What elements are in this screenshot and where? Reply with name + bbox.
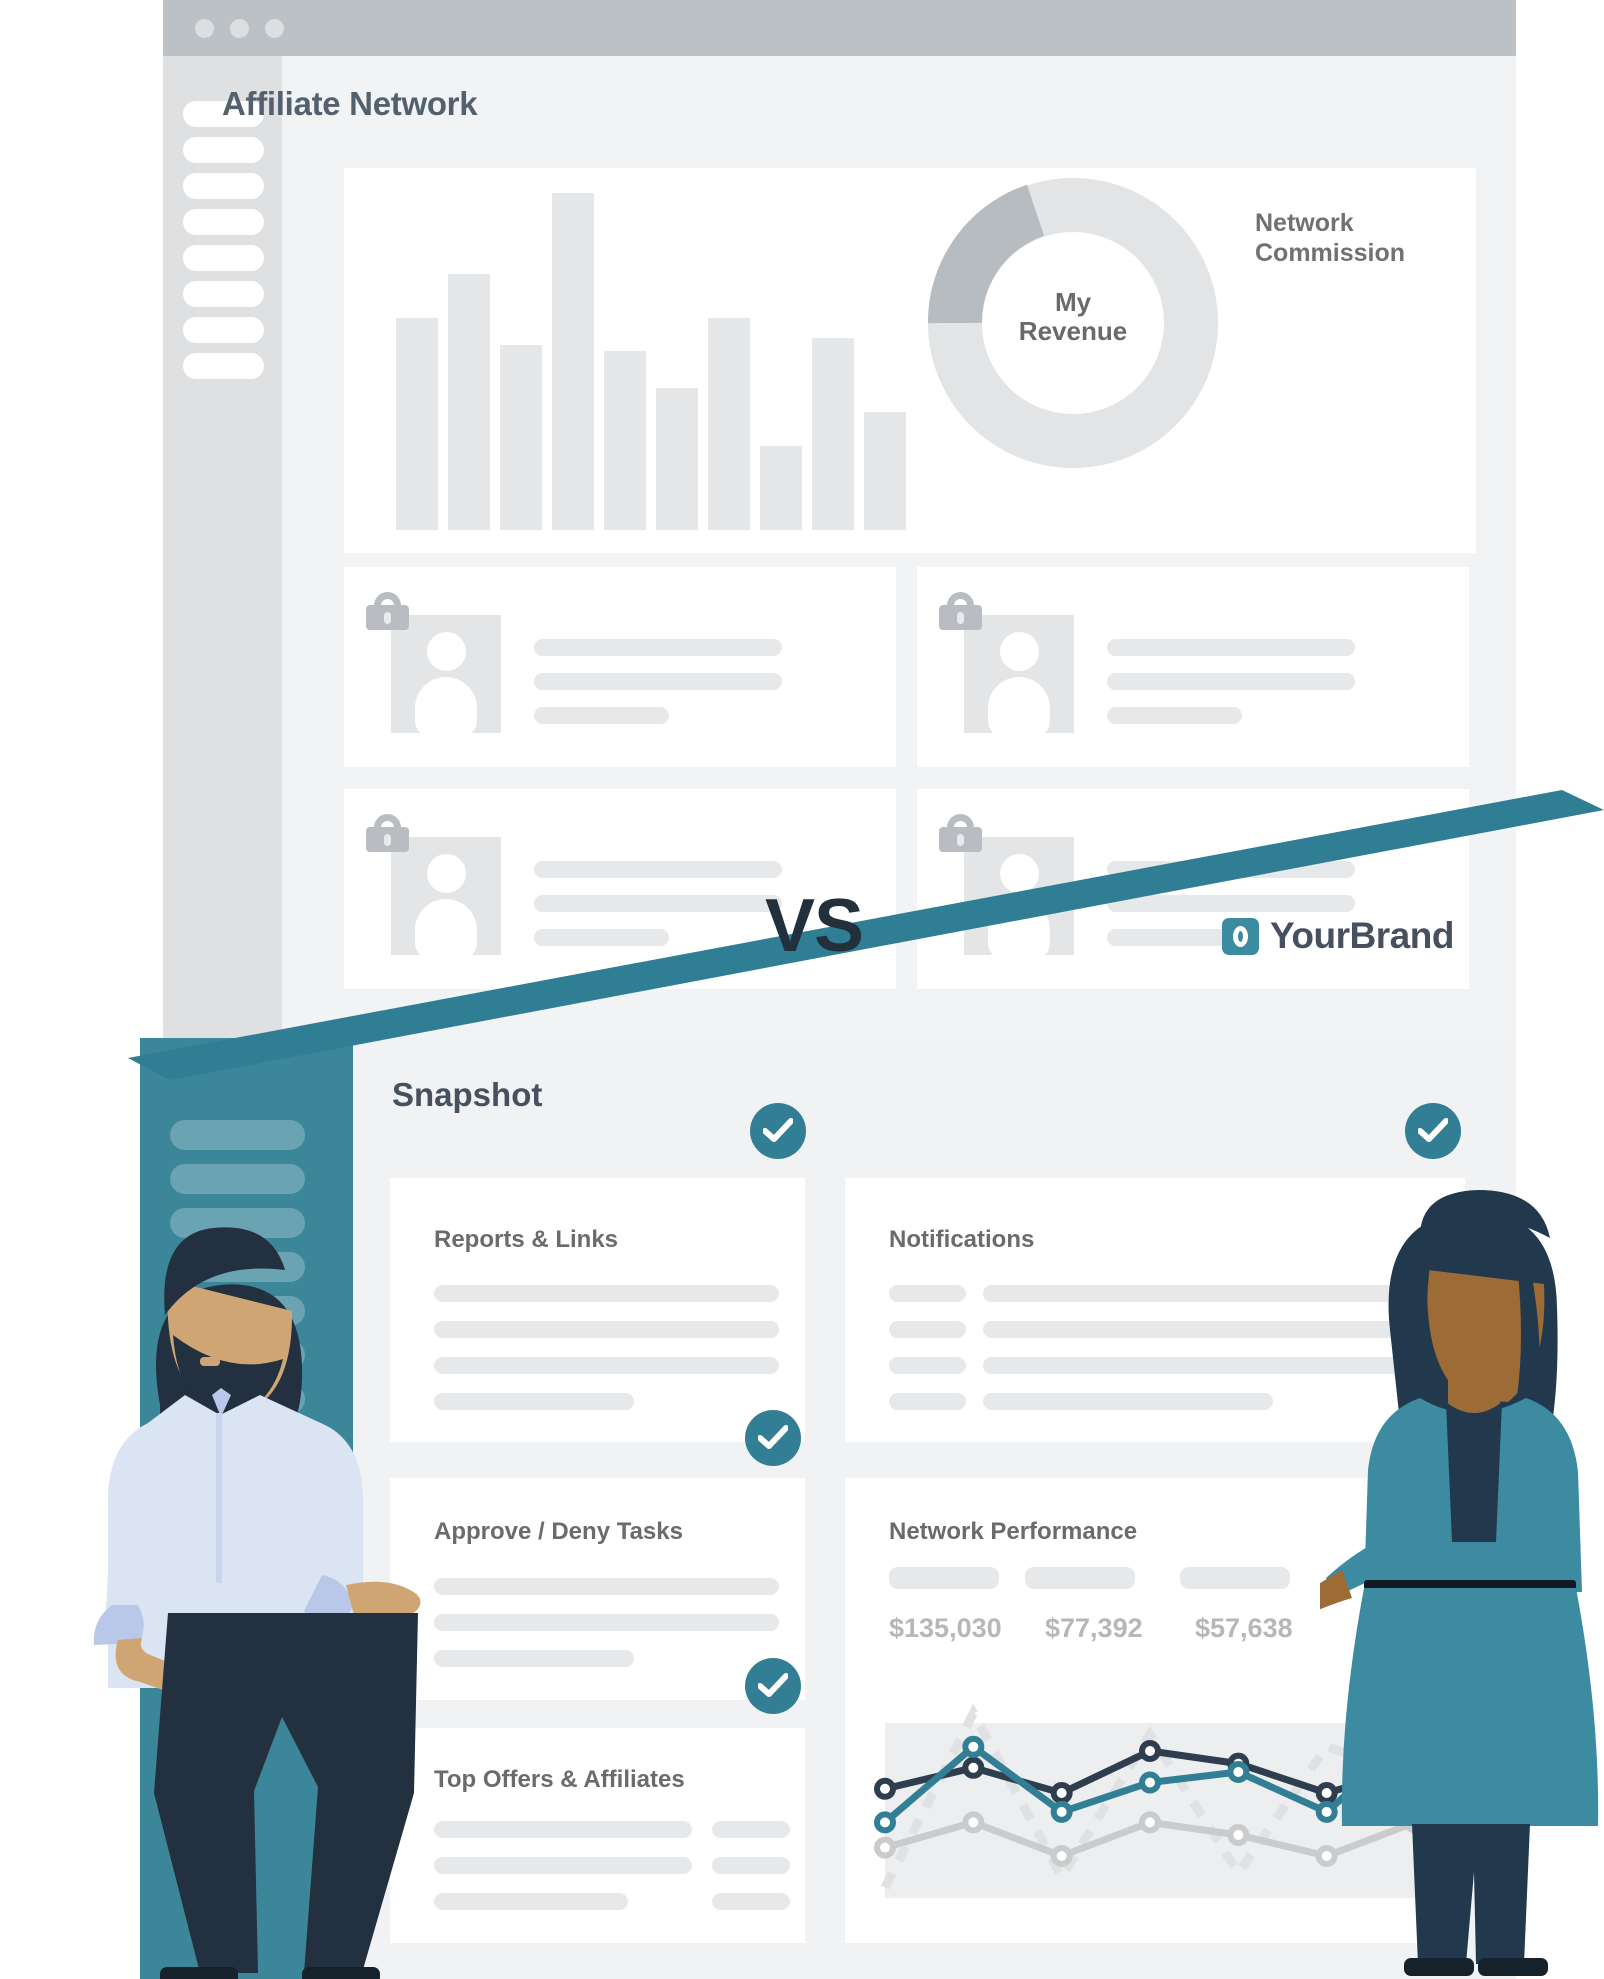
bar-2 [448, 273, 490, 530]
sidebar-item-3[interactable] [183, 173, 264, 199]
lock-icon [939, 592, 982, 630]
nc-line2: Commission [1255, 239, 1406, 267]
brand-sidebar-item-1[interactable] [170, 1120, 305, 1150]
lock-icon [939, 814, 982, 852]
sidebar-item-4[interactable] [183, 209, 264, 235]
bar-chart [393, 193, 913, 530]
sidebar-item-8[interactable] [183, 353, 264, 379]
check-icon-reports-links [750, 1103, 806, 1159]
check-icon-notifications [1405, 1103, 1461, 1159]
sidebar-item-7[interactable] [183, 317, 264, 343]
vs-label: VS [765, 883, 864, 967]
avatar [964, 615, 1074, 737]
avatar [391, 615, 501, 737]
card-title: Network Performance [889, 1518, 1138, 1545]
sidebar-item-5[interactable] [183, 245, 264, 271]
np-value-2: $77,392 [1045, 1613, 1143, 1643]
competitor-sidebar [163, 56, 282, 1040]
comparison-illustration: Affiliate Network My Revenue Network Com… [0, 0, 1604, 1979]
check-icon-approve-deny [745, 1410, 801, 1466]
ring-square-icon [1222, 917, 1259, 955]
bar-3 [500, 344, 542, 530]
network-commission-label: Network Commission [1255, 208, 1455, 268]
close-dot-icon[interactable] [195, 19, 214, 38]
card-approve-deny-tasks[interactable]: Approve / Deny Tasks [390, 1478, 805, 1700]
np-value-3: $57,638 [1195, 1613, 1293, 1643]
check-icon-top-offers [745, 1658, 801, 1714]
locked-affiliate-card[interactable] [917, 567, 1469, 767]
woman-illustration [1320, 1190, 1599, 1976]
locked-affiliate-card[interactable] [344, 567, 896, 767]
avatar [391, 837, 501, 959]
brand-name: YourBrand [1270, 915, 1454, 956]
bar-6 [656, 388, 698, 530]
bar-4 [552, 193, 594, 530]
lock-icon [366, 814, 409, 852]
sidebar-item-2[interactable] [183, 137, 264, 163]
donut-center-label-line1: My [1054, 287, 1092, 317]
brand-logo: YourBrand [1222, 915, 1454, 957]
bar-5 [604, 351, 646, 530]
snapshot-title: Snapshot [392, 1076, 543, 1113]
bar-8 [760, 445, 802, 530]
maximize-dot-icon[interactable] [265, 19, 284, 38]
sidebar-item-6[interactable] [183, 281, 264, 307]
bar-9 [812, 337, 854, 530]
card-title: Notifications [889, 1226, 1035, 1253]
revenue-donut-chart: My Revenue [927, 177, 1218, 468]
np-value-1: $135,030 [889, 1613, 1002, 1643]
window-title-bar [163, 0, 1516, 56]
nc-line1: Network [1255, 209, 1354, 237]
card-reports-links[interactable]: Reports & Links [390, 1178, 805, 1442]
card-top-offers-affiliates[interactable]: Top Offers & Affiliates [390, 1728, 805, 1943]
card-title: Approve / Deny Tasks [434, 1518, 683, 1545]
avatar [964, 837, 1074, 959]
card-title: Reports & Links [434, 1226, 619, 1253]
lock-icon [366, 592, 409, 630]
minimize-dot-icon[interactable] [230, 19, 249, 38]
bar-10 [864, 412, 906, 530]
bar-7 [708, 317, 750, 530]
card-title: Top Offers & Affiliates [434, 1766, 685, 1793]
man-illustration [93, 1227, 421, 1979]
page-title: Affiliate Network [222, 85, 478, 122]
donut-center-label-line2: Revenue [1018, 316, 1128, 347]
locked-affiliate-card[interactable] [917, 789, 1469, 989]
bar-1 [396, 317, 438, 530]
